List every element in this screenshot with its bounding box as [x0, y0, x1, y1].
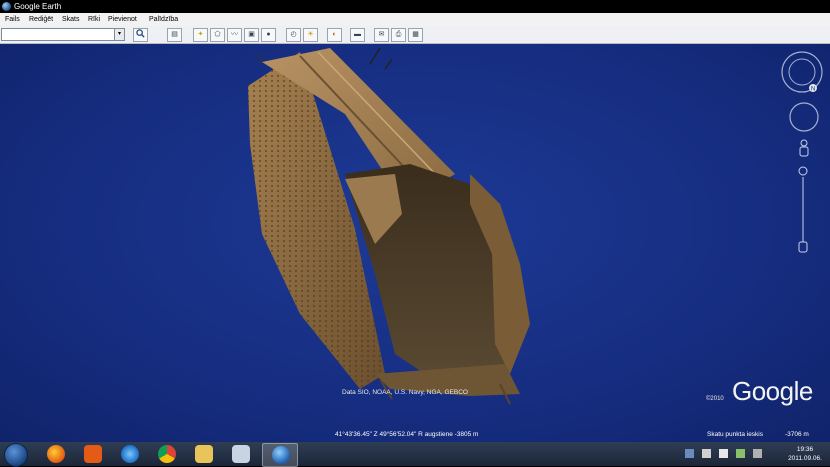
- imagery-attribution: Data SIO, NOAA, U.S. Navy, NGA, GEBCO: [342, 389, 468, 396]
- window-title: Google Earth: [14, 2, 62, 11]
- ruler-icon: ▬: [354, 31, 361, 38]
- search-icon: [136, 29, 145, 38]
- clock-time: 19:36: [796, 446, 814, 453]
- menu-view[interactable]: Skats: [62, 16, 80, 23]
- system-clock[interactable]: 19:36 2011.09.06.: [780, 445, 830, 463]
- path-icon: 〰: [231, 31, 238, 38]
- start-button[interactable]: [4, 443, 28, 467]
- taskbar-avast[interactable]: [75, 443, 109, 465]
- image-overlay-icon: ▣: [248, 31, 255, 38]
- envelope-icon: ✉: [378, 31, 385, 38]
- sidebar-icon: ▤: [171, 31, 178, 38]
- planet-icon: ◐: [332, 31, 337, 38]
- earth-viewport[interactable]: Data SIO, NOAA, U.S. Navy, NGA, GEBCO ©2…: [0, 44, 830, 442]
- copyright-text: ©2010: [706, 396, 724, 402]
- map-icon: ▦: [412, 31, 419, 38]
- taskbar-chrome[interactable]: [149, 443, 183, 465]
- pegman-icon: [799, 139, 809, 157]
- record-tour-button[interactable]: ●: [261, 28, 276, 42]
- pushpin-icon: ✦: [197, 31, 204, 38]
- taskbar-firefox[interactable]: [38, 443, 72, 465]
- historical-imagery-button[interactable]: ◴: [286, 28, 301, 42]
- clock-icon: ◴: [290, 31, 297, 38]
- ruler-button[interactable]: ▬: [350, 28, 365, 42]
- menu-add[interactable]: Pievienot: [108, 16, 137, 23]
- search-button[interactable]: [133, 28, 148, 42]
- shipwreck-3d-model: [248, 47, 530, 405]
- menu-tools[interactable]: Rīki: [88, 16, 100, 23]
- taskbar-file-explorer[interactable]: [186, 443, 220, 465]
- compass-ring-icon: N: [781, 51, 823, 93]
- switch-to-sky-button[interactable]: ◐: [327, 28, 342, 42]
- sidebar-toggle-button[interactable]: ▤: [167, 28, 182, 42]
- add-polygon-button[interactable]: ⬠: [210, 28, 225, 42]
- flag-icon[interactable]: [702, 449, 711, 458]
- sun-icon: ☀: [307, 31, 314, 38]
- menu-file[interactable]: Fails: [5, 16, 20, 23]
- search-input[interactable]: [1, 28, 124, 41]
- svg-text:N: N: [811, 87, 815, 93]
- record-icon: ●: [266, 31, 271, 38]
- move-joystick[interactable]: [788, 101, 820, 133]
- windows-taskbar: 19:36 2011.09.06.: [0, 442, 830, 467]
- add-image-overlay-button[interactable]: ▣: [244, 28, 259, 42]
- email-button[interactable]: ✉: [374, 28, 389, 42]
- look-joystick[interactable]: N: [780, 50, 824, 94]
- google-logo: Google: [732, 376, 813, 406]
- title-bar: Google Earth: [0, 0, 830, 13]
- firefox-icon: [47, 445, 65, 463]
- eye-altitude-value: -3706 m: [785, 431, 809, 438]
- tray-app-icon[interactable]: [753, 449, 762, 458]
- chrome-icon: [158, 445, 176, 463]
- search-dropdown-button[interactable]: ▾: [114, 28, 125, 41]
- print-button[interactable]: ⎙: [391, 28, 406, 42]
- battery-icon[interactable]: [736, 449, 745, 458]
- folder-icon: [195, 445, 213, 463]
- polygon-icon: ⬠: [214, 31, 221, 38]
- network-icon[interactable]: [685, 449, 694, 458]
- menu-bar: Fails Rediģēt Skats Rīki Pievienot Palīd…: [0, 13, 830, 26]
- status-bar: 41°43'36.45" Z 49°56'52.04" R augstiene …: [0, 428, 830, 442]
- avast-icon: [84, 445, 102, 463]
- menu-help[interactable]: Palīdzība: [149, 16, 178, 23]
- sunlight-button[interactable]: ☀: [303, 28, 318, 42]
- add-path-button[interactable]: 〰: [227, 28, 242, 42]
- clock-date: 2011.09.06.: [788, 455, 822, 462]
- toolbar: ▾ ▤ ✦ ⬠ 〰 ▣ ● ◴ ☀ ◐ ▬ ✉ ⎙ ▦: [0, 26, 830, 44]
- printer-icon: ⎙: [395, 31, 402, 38]
- taskbar-google-earth[interactable]: [262, 443, 298, 467]
- view-in-google-maps-button[interactable]: ▦: [408, 28, 423, 42]
- street-view-pegman[interactable]: [797, 139, 811, 161]
- eye-altitude-label: Skatu punkta ieskis: [707, 431, 764, 438]
- pointer-coordinates: 41°43'36.45" Z 49°56'52.04" R augstiene …: [335, 431, 479, 438]
- volume-icon[interactable]: [719, 449, 728, 458]
- internet-explorer-icon: [121, 445, 139, 463]
- move-ring-icon: [789, 102, 819, 132]
- google-earth-taskbar-icon: [272, 446, 290, 464]
- google-earth-icon: [2, 2, 11, 11]
- add-placemark-button[interactable]: ✦: [193, 28, 208, 42]
- menu-edit[interactable]: Rediģēt: [29, 16, 53, 23]
- zoom-slider-icon: [798, 166, 808, 253]
- taskbar-unknown-app[interactable]: [223, 443, 257, 465]
- taskbar-internet-explorer[interactable]: [112, 443, 146, 465]
- app-icon: [232, 445, 250, 463]
- zoom-slider[interactable]: [796, 164, 810, 256]
